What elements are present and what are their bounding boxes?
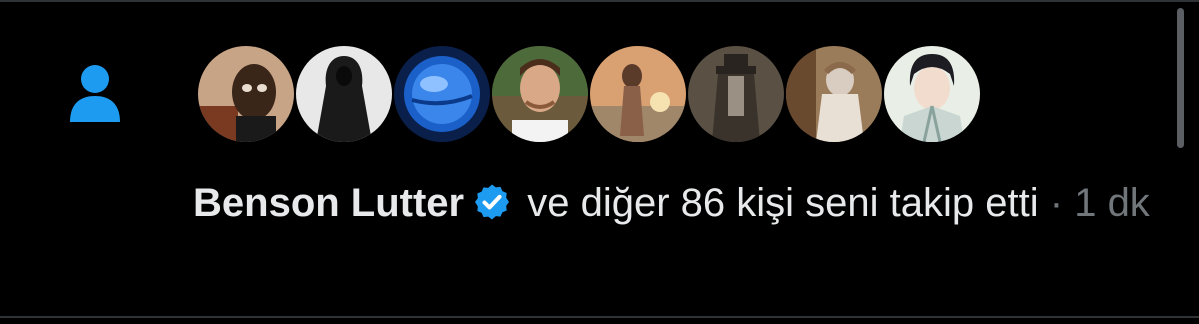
avatar-4[interactable] bbox=[490, 44, 590, 144]
follow-notification[interactable]: Benson Lutter ve diğer 86 kişi seni taki… bbox=[0, 2, 1170, 316]
avatar-5[interactable] bbox=[588, 44, 688, 144]
avatar-6[interactable] bbox=[686, 44, 786, 144]
avatar-8[interactable] bbox=[882, 44, 982, 144]
verified-badge-icon bbox=[475, 184, 510, 220]
message-text: ve diğer 86 kişi seni takip etti bbox=[527, 181, 1039, 225]
timestamp[interactable]: 1 dk bbox=[1074, 181, 1150, 225]
avatar-7[interactable] bbox=[784, 44, 884, 144]
divider-bottom bbox=[0, 316, 1199, 318]
avatar-1[interactable] bbox=[196, 44, 296, 144]
notification-text: Benson Lutter ve diğer 86 kişi seni taki… bbox=[193, 174, 1153, 232]
avatar-2[interactable] bbox=[294, 44, 394, 144]
follower-avatars bbox=[196, 44, 982, 144]
person-icon bbox=[70, 65, 120, 122]
user-name-link[interactable]: Benson Lutter bbox=[193, 181, 464, 225]
scrollbar[interactable] bbox=[1177, 8, 1184, 148]
avatar-3[interactable] bbox=[392, 44, 492, 144]
time-separator: · bbox=[1049, 181, 1064, 225]
